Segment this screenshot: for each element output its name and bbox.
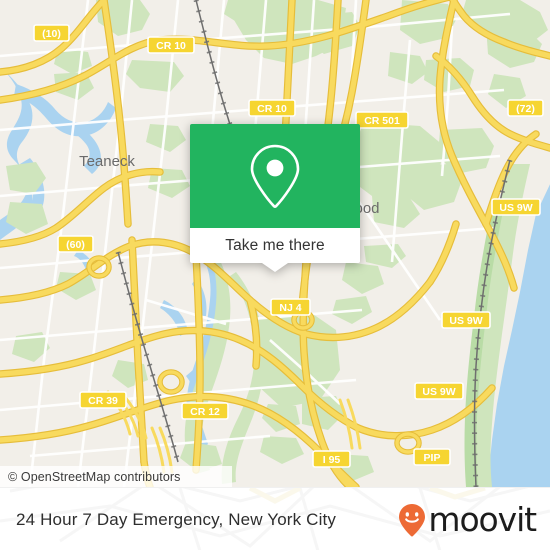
road-shield: (10)	[33, 24, 70, 42]
svg-text:NJ 4: NJ 4	[279, 302, 301, 314]
svg-text:PIP: PIP	[424, 452, 441, 464]
road-shield: CR 10	[147, 36, 195, 54]
osm-attribution-text: © OpenStreetMap contributors	[8, 469, 181, 484]
road-shield: CR 12	[181, 402, 229, 420]
svg-text:(72): (72)	[516, 103, 535, 115]
map-canvas[interactable]: Teaneck ood (10) CR 10 CR 10 CR 501 (72)…	[0, 0, 550, 487]
map-screenshot: Teaneck ood (10) CR 10 CR 10 CR 501 (72)…	[0, 0, 550, 550]
moovit-wordmark: moovit	[428, 500, 537, 539]
road-shield: NJ 4	[270, 298, 311, 316]
svg-text:US 9W: US 9W	[499, 202, 532, 214]
take-me-there-label: Take me there	[225, 236, 325, 254]
map-popup-card[interactable]: Take me there	[190, 124, 360, 272]
svg-text:CR 39: CR 39	[88, 395, 118, 407]
svg-text:(10): (10)	[42, 28, 61, 40]
road-shield: CR 10	[248, 99, 296, 117]
svg-text:US 9W: US 9W	[449, 315, 482, 327]
road-shield: CR 39	[79, 391, 127, 409]
popup-pointer	[262, 263, 288, 272]
road-shield: (72)	[507, 99, 544, 117]
place-title: 24 Hour 7 Day Emergency, New York City	[16, 509, 337, 529]
map-place-label: Teaneck	[79, 153, 135, 170]
svg-text:CR 501: CR 501	[364, 115, 400, 127]
svg-text:CR 10: CR 10	[156, 40, 186, 52]
road-shield: (60)	[57, 235, 94, 253]
svg-text:US 9W: US 9W	[422, 386, 455, 398]
road-shield: US 9W	[491, 198, 541, 216]
osm-attribution[interactable]: © OpenStreetMap contributors	[0, 466, 232, 487]
svg-text:(60): (60)	[66, 239, 85, 251]
footer-bar: 24 Hour 7 Day Emergency, New York City m…	[0, 487, 550, 550]
svg-text:CR 10: CR 10	[257, 103, 287, 115]
road-shield: US 9W	[441, 311, 491, 329]
road-shield: CR 501	[355, 111, 409, 129]
road-shield: PIP	[413, 448, 451, 466]
popup-icon-panel	[190, 124, 360, 228]
location-pin-icon	[250, 144, 300, 208]
popup-action-panel[interactable]: Take me there	[190, 228, 360, 272]
svg-text:I 95: I 95	[323, 454, 341, 466]
moovit-smiley-pin-icon	[399, 503, 426, 536]
road-shield: I 95	[312, 450, 351, 468]
road-shield: US 9W	[414, 382, 464, 400]
moovit-logo[interactable]: moovit	[397, 500, 537, 539]
svg-text:CR 12: CR 12	[190, 406, 220, 418]
